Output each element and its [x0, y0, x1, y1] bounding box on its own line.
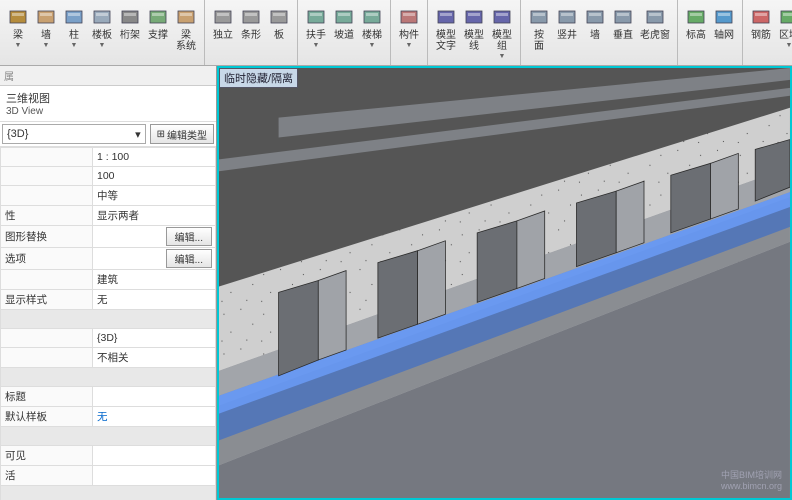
level-icon [685, 4, 707, 30]
mgrp-icon [491, 4, 513, 30]
ribbon-墙-button[interactable]: 墙 [581, 2, 609, 63]
byface-icon [528, 4, 550, 30]
prop-row: 选项编辑... [1, 248, 216, 270]
edit-type-button[interactable]: ⊞ 编辑类型 [150, 124, 214, 144]
watermark: 中国BIM培训网www.bimcn.org [721, 470, 782, 492]
shaft-icon [556, 4, 578, 30]
category-row [1, 310, 216, 329]
chevron-down-icon: ▼ [499, 53, 506, 60]
model-canvas [219, 68, 790, 499]
ribbon-梁系统-button[interactable]: 梁 系统 [172, 2, 200, 63]
ribbon-墙-button[interactable]: 墙 ▼ [32, 2, 60, 63]
dorm-icon [644, 4, 666, 30]
edit-button[interactable]: 编辑... [166, 249, 212, 268]
area-icon [778, 4, 792, 30]
family-name: 三维视图 [6, 90, 210, 106]
ribbon-竖井-button[interactable]: 竖井 [553, 2, 581, 63]
3d-viewport[interactable]: 临时隐藏/隔离 [217, 66, 792, 500]
bsys-icon [175, 4, 197, 30]
prop-row: 显示样式无 [1, 290, 216, 310]
chevron-down-icon: ▼ [99, 42, 106, 49]
family-identity[interactable]: 三维视图 3D View [0, 86, 216, 122]
prop-row: 活 [1, 466, 216, 486]
beam-icon [7, 4, 29, 30]
rail-icon [305, 4, 327, 30]
edit-button[interactable]: 编辑... [166, 227, 212, 246]
chevron-down-icon: ▼ [43, 42, 50, 49]
ribbon-老虎窗-button[interactable]: 老虎窗 [637, 2, 673, 63]
ribbon-支撑-button[interactable]: 支撑 [144, 2, 172, 63]
ribbon-模型文字-button[interactable]: 模型 文字 [432, 2, 460, 63]
wall-icon [35, 4, 57, 30]
chevron-down-icon: ▼ [71, 42, 78, 49]
chevron-down-icon: ▼ [369, 42, 376, 49]
properties-panel: 属 三维视图 3D View {3D} ▾ ⊞ 编辑类型 1 : 100 100… [0, 66, 217, 500]
type-selector-value: {3D} [7, 128, 28, 140]
floor-icon [91, 4, 113, 30]
prop-row: 性显示两者 [1, 206, 216, 226]
ramp-icon [333, 4, 355, 30]
ribbon-独立-button[interactable]: 独立 [209, 2, 237, 63]
rebar-icon [750, 4, 772, 30]
chevron-down-icon: ▼ [406, 42, 413, 49]
comp-icon [398, 4, 420, 30]
prop-row: 1 : 100 [1, 148, 216, 167]
ribbon-模型线-button[interactable]: 模型 线 [460, 2, 488, 63]
chevron-down-icon: ▼ [15, 42, 22, 49]
ribbon-标高-button[interactable]: 标高 [682, 2, 710, 63]
iso-icon [212, 4, 234, 30]
prop-row: 建筑 [1, 270, 216, 290]
category-row [1, 427, 216, 446]
temporary-hide-isolate-tag: 临时隐藏/隔离 [219, 68, 298, 88]
ribbon-构件-button[interactable]: 构件 ▼ [395, 2, 423, 63]
ribbon-垂直-button[interactable]: 垂直 [609, 2, 637, 63]
ribbon-钢筋-button[interactable]: 钢筋 [747, 2, 775, 63]
prop-row: 图形替换编辑... [1, 226, 216, 248]
ribbon-坡道-button[interactable]: 坡道 [330, 2, 358, 63]
prop-row: 100 [1, 167, 216, 186]
prop-row: 标题 [1, 387, 216, 407]
ribbon-扶手-button[interactable]: 扶手 ▼ [302, 2, 330, 63]
ribbon-轴网-button[interactable]: 轴网 [710, 2, 738, 63]
prop-row: 默认样板无 [1, 407, 216, 427]
category-row [1, 486, 216, 500]
chevron-down-icon: ▾ [135, 128, 141, 141]
mtxt-icon [435, 4, 457, 30]
category-row [1, 368, 216, 387]
family-type: 3D View [6, 106, 210, 117]
chevron-down-icon: ▼ [786, 42, 792, 49]
ribbon-板-button[interactable]: 板 [265, 2, 293, 63]
stair-icon [361, 4, 383, 30]
vert-icon [612, 4, 634, 30]
ribbon-楼梯-button[interactable]: 楼梯 ▼ [358, 2, 386, 63]
col-icon [63, 4, 85, 30]
strip-icon [240, 4, 262, 30]
truss-icon [119, 4, 141, 30]
filter-icon: ⊞ [157, 129, 165, 140]
type-selector[interactable]: {3D} ▾ [2, 124, 146, 144]
ribbon-梁-button[interactable]: 梁 ▼ [4, 2, 32, 63]
ribbon-楼板-button[interactable]: 楼板 ▼ [88, 2, 116, 63]
slab-icon [268, 4, 290, 30]
ribbon-条形-button[interactable]: 条形 [237, 2, 265, 63]
grid-icon [713, 4, 735, 30]
ribbon-桁架-button[interactable]: 桁架 [116, 2, 144, 63]
ribbon-区域-button[interactable]: 区域 ▼ [775, 2, 792, 63]
properties-grid: 1 : 100 100 中等 性显示两者 图形替换编辑... 选项编辑... 建… [0, 147, 216, 500]
panel-header: 属 [0, 66, 216, 86]
prop-row: {3D} [1, 329, 216, 348]
ribbon-toolbar: 梁 ▼ 墙 ▼ 柱 ▼ 楼板 ▼ 桁架 支撑 梁 系统 独立 条形 板 扶手 ▼… [0, 0, 792, 66]
ribbon-模型组-button[interactable]: 模型 组 ▼ [488, 2, 516, 63]
brace-icon [147, 4, 169, 30]
wall2-icon [584, 4, 606, 30]
mline-icon [463, 4, 485, 30]
chevron-down-icon: ▼ [313, 42, 320, 49]
prop-row: 中等 [1, 186, 216, 206]
ribbon-柱-button[interactable]: 柱 ▼ [60, 2, 88, 63]
prop-row: 可见 [1, 446, 216, 466]
prop-row: 不相关 [1, 348, 216, 368]
ribbon-按面-button[interactable]: 按 面 [525, 2, 553, 63]
